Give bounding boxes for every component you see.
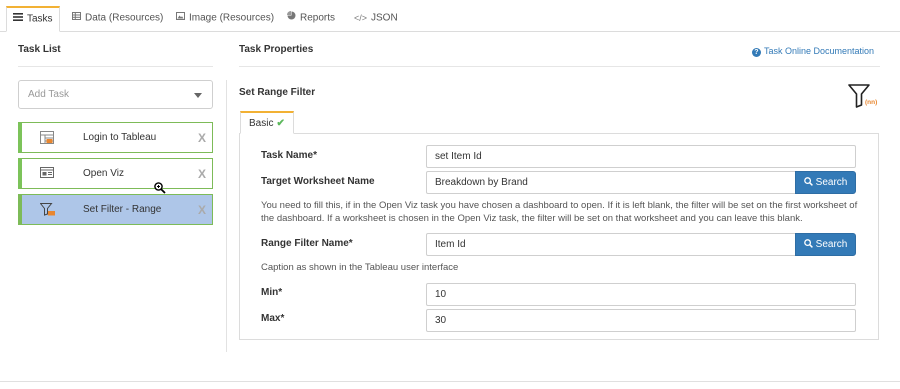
target-worksheet-label: Target Worksheet Name [261,176,375,187]
main-tab-bar: Tasks Data (Resources) Image (Resources)… [0,0,900,32]
task-list-title: Task List [18,44,61,55]
section-title: Set Range Filter [239,87,316,98]
tab-label: Image (Resources) [189,12,275,24]
task-name-input[interactable] [426,145,856,168]
tab-label: Reports [300,12,336,24]
code-icon: </> [354,13,368,23]
min-input[interactable] [426,283,856,306]
zoom-cursor-icon [154,182,166,197]
question-circle-icon: ? [751,48,761,57]
target-worksheet-input[interactable] [426,171,796,194]
task-name-label: Task Name* [261,150,317,161]
login-icon [40,131,54,147]
max-input[interactable] [426,309,856,332]
remove-task-button[interactable]: X [198,203,206,217]
range-filter-name-label: Range Filter Name* [261,238,353,249]
task-properties-title: Task Properties [239,44,314,55]
list-icon [13,8,23,30]
divider [18,66,213,67]
task-item-set-filter-range[interactable]: Set Filter - Range X [18,194,213,225]
target-worksheet-help-text: You need to fill this, if in the Open Vi… [261,200,858,224]
remove-task-button[interactable]: X [198,167,206,181]
footer-divider [0,381,900,382]
tab-image-resources[interactable]: Image (Resources) [170,6,280,30]
viz-icon [40,167,54,181]
search-icon [803,173,813,194]
table-icon [72,6,81,30]
range-filter-help-text: Caption as shown in the Tableau user int… [261,262,459,273]
range-filter-search-button[interactable]: Search [795,233,856,256]
tab-label: JSON [371,12,398,24]
task-online-documentation-link[interactable]: ? Task Online Documentation [751,46,874,57]
add-task-select[interactable]: Add Task [18,80,213,109]
chevron-down-icon [194,93,202,98]
check-icon: ✔ [276,118,285,129]
tab-data-resources[interactable]: Data (Resources) [66,6,169,30]
tab-label: Basic [249,118,274,129]
tab-reports[interactable]: Reports [281,6,341,30]
search-icon [803,235,813,256]
task-item-open-viz[interactable]: Open Viz X [18,158,213,189]
divider [239,66,880,67]
pie-chart-icon [287,6,296,30]
task-label: Login to Tableau [83,132,157,143]
tab-basic[interactable]: Basic ✔ [240,111,294,134]
task-label: Open Viz [83,168,124,179]
search-label: Search [815,177,848,188]
tab-label: Data (Resources) [85,12,164,24]
search-label: Search [815,239,848,250]
task-item-login-to-tableau[interactable]: Login to Tableau X [18,122,213,153]
image-icon [176,6,185,30]
min-label: Min* [261,287,283,298]
tab-json[interactable]: </> JSON [348,6,404,30]
column-divider [226,80,227,352]
max-label: Max* [261,313,285,324]
range-filter-name-input[interactable] [426,233,796,256]
filter-range-icon [39,203,55,219]
tab-tasks[interactable]: Tasks [6,6,60,32]
target-worksheet-search-button[interactable]: Search [795,171,856,194]
task-label: Set Filter - Range [83,204,162,215]
tab-label: Tasks [27,13,53,25]
filter-icon-text: (nn) [865,99,877,106]
remove-task-button[interactable]: X [198,131,206,145]
filter-range-icon: (nn) [848,84,880,111]
doc-link-label: Task Online Documentation [763,46,874,56]
add-task-placeholder: Add Task [28,89,69,100]
